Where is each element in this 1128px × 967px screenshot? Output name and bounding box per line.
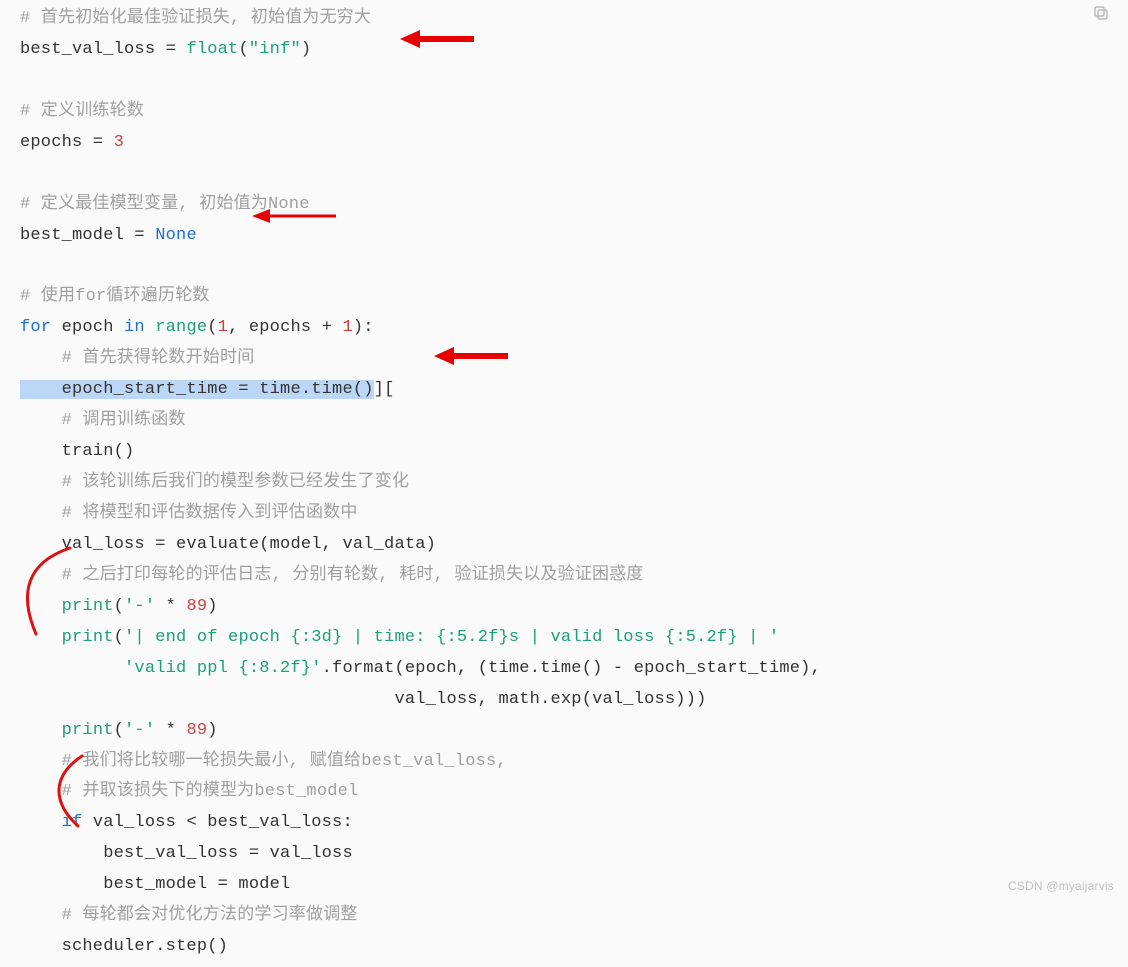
code-comment: # 将模型和评估数据传入到评估函数中 [20,504,358,523]
code-line-selected: epoch_start_time = time.time()][ [20,375,1128,406]
code-line: best_val_loss = val_loss [20,839,1128,870]
code-line: print('| end of epoch {:3d} | time: {:5.… [20,623,1128,654]
code-line: best_val_loss = float("inf") [20,35,1128,66]
code-line: train() [20,437,1128,468]
copy-icon[interactable] [1090,2,1112,24]
code-block: # 首先初始化最佳验证损失, 初始值为无穷大 best_val_loss = f… [0,0,1128,967]
code-line: for epoch in range(1, epochs + 1): [20,313,1128,344]
code-line: scheduler.step() [20,932,1128,963]
code-line: epochs = 3 [20,128,1128,159]
code-comment: # 调用训练函数 [20,411,186,430]
code-comment: # 首先初始化最佳验证损失, 初始值为无穷大 [20,9,371,28]
code-comment: # 每轮都会对优化方法的学习率做调整 [20,906,358,925]
code-line: val_loss, math.exp(val_loss))) [20,685,1128,716]
code-comment: # 定义训练轮数 [20,102,144,121]
code-comment: # 之后打印每轮的评估日志, 分别有轮数, 耗时, 验证损失以及验证困惑度 [20,566,644,585]
code-line: print('-' * 89) [20,592,1128,623]
code-comment: # 首先获得轮数开始时间 [20,349,254,368]
text-cursor: ][ [374,380,395,399]
code-line: 'valid ppl {:8.2f}'.format(epoch, (time.… [20,654,1128,685]
code-comment: # 定义最佳模型变量, 初始值为None [20,195,310,214]
code-comment: # 使用for循环遍历轮数 [20,287,210,306]
code-comment: # 我们将比较哪一轮损失最小, 赋值给best_val_loss, [20,752,507,771]
code-line: print('-' * 89) [20,716,1128,747]
code-line: val_loss = evaluate(model, val_data) [20,530,1128,561]
code-line: best_model = model [20,870,1128,901]
code-comment: # 该轮训练后我们的模型参数已经发生了变化 [20,473,409,492]
watermark: CSDN @myaijarvis [1008,879,1114,893]
code-line: if val_loss < best_val_loss: [20,808,1128,839]
code-comment: # 并取该损失下的模型为best_model [20,782,358,801]
code-line: best_model = None [20,221,1128,252]
